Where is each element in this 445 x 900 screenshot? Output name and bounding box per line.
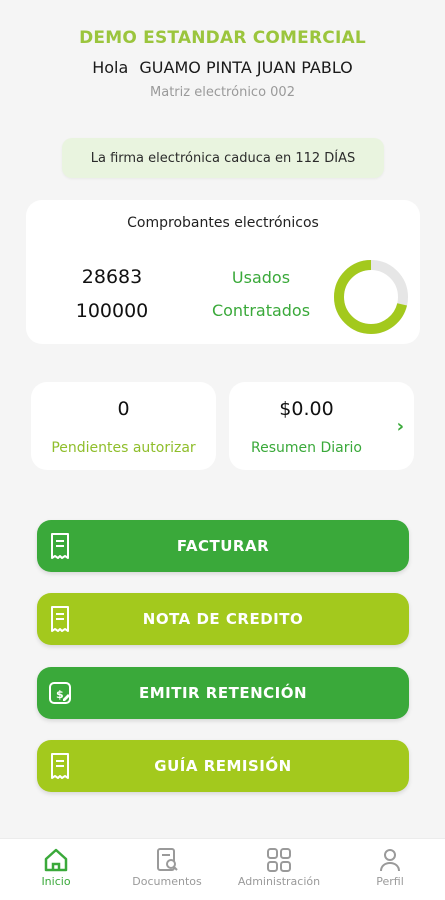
nav-label-administracion: Administración	[237, 875, 321, 888]
used-label: Usados	[231, 268, 291, 287]
nav-item-inicio[interactable]: Inicio	[26, 847, 86, 888]
money-edit-icon: $	[49, 682, 71, 704]
chevron-right-icon[interactable]: ›	[397, 416, 404, 437]
user-icon	[380, 849, 400, 872]
header: DEMO ESTANDAR COMERCIAL Hola GUAMO PINTA…	[0, 28, 445, 100]
pending-label: Pendientes autorizar	[51, 440, 196, 456]
greeting: Hola GUAMO PINTA JUAN PABLO	[0, 58, 445, 77]
receipt-icon	[51, 533, 69, 559]
emitir-retencion-label: EMITIR RETENCIÓN	[138, 684, 308, 702]
greeting-prefix: Hola	[92, 58, 129, 77]
nav-item-documentos[interactable]: Documentos	[122, 847, 212, 888]
comprobantes-title: Comprobantes electrónicos	[127, 215, 319, 231]
nota-credito-label: NOTA DE CREDITO	[142, 610, 304, 628]
comprobantes-card: Comprobantes electrónicos 28683 100000 U…	[26, 200, 420, 344]
facturar-button[interactable]: FACTURAR	[37, 520, 409, 572]
nav-label-documentos: Documentos	[132, 875, 202, 888]
daily-value: $0.00	[279, 398, 334, 420]
daily-label: Resumen Diario	[251, 440, 362, 456]
bottom-navigation: Inicio Documentos Administración Perfil	[0, 838, 445, 900]
receipt-icon	[51, 753, 69, 779]
receipt-icon	[51, 606, 69, 632]
document-search-icon	[157, 848, 178, 871]
user-name: GUAMO PINTA JUAN PABLO	[139, 58, 353, 77]
matrix-label: Matriz electrónico 002	[150, 85, 295, 100]
daily-summary-card[interactable]: $0.00 Resumen Diario ›	[229, 382, 414, 470]
guia-remision-button[interactable]: GUÍA REMISIÓN	[37, 740, 409, 792]
pending-card[interactable]: 0 Pendientes autorizar	[31, 382, 216, 470]
nav-item-administracion[interactable]: Administración	[226, 847, 332, 888]
company-name: DEMO ESTANDAR COMERCIAL	[79, 28, 366, 48]
facturar-label: FACTURAR	[176, 537, 270, 555]
nav-item-perfil[interactable]: Perfil	[360, 847, 420, 888]
grid-icon	[267, 848, 291, 872]
svg-text:$: $	[56, 688, 64, 701]
emitir-retencion-button[interactable]: $ EMITIR RETENCIÓN	[37, 667, 409, 719]
used-value: 28683	[81, 266, 143, 288]
contracted-value: 100000	[75, 300, 149, 322]
signature-expiry-alert: La firma electrónica caduca en 112 DÍAS	[62, 138, 384, 178]
home-icon	[44, 848, 68, 872]
nav-label-perfil: Perfil	[376, 875, 404, 888]
contracted-label: Contratados	[211, 301, 311, 320]
nav-label-inicio: Inicio	[41, 875, 71, 888]
nota-credito-button[interactable]: NOTA DE CREDITO	[37, 593, 409, 645]
pending-value: 0	[117, 398, 130, 420]
usage-donut	[334, 260, 408, 334]
guia-remision-label: GUÍA REMISIÓN	[154, 757, 292, 775]
